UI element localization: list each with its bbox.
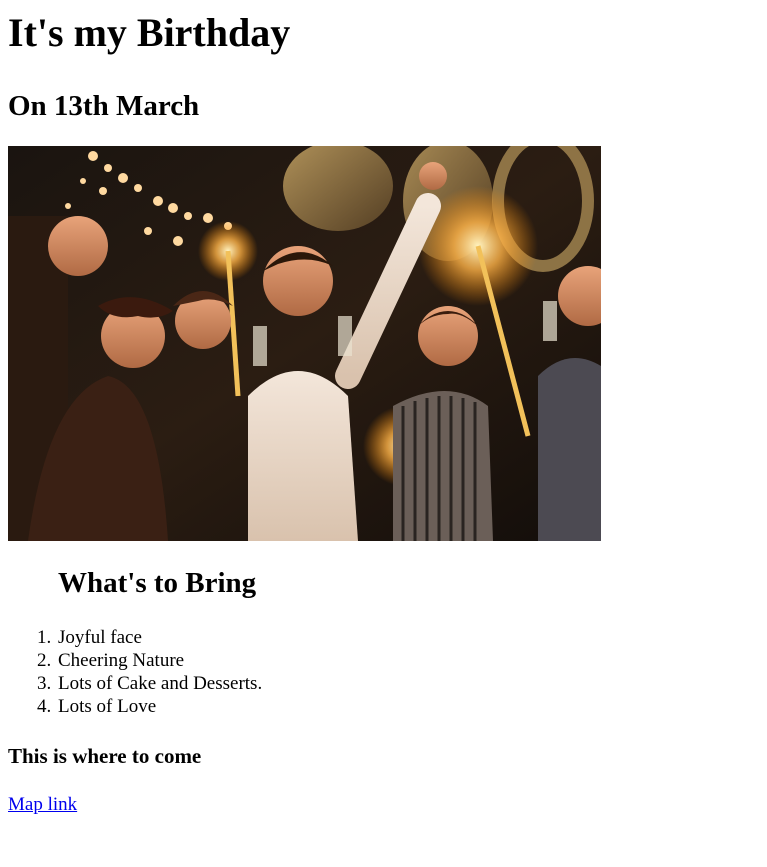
where-heading: This is where to come bbox=[8, 744, 202, 768]
list-item-text: Cheering Nature bbox=[58, 650, 185, 671]
party-photo-illustration bbox=[8, 146, 601, 541]
list-item: 3. Lots of Cake and Desserts. bbox=[37, 672, 759, 695]
party-photo bbox=[8, 146, 601, 541]
list-item-text: Lots of Love bbox=[58, 696, 157, 717]
map-link[interactable]: Map link bbox=[8, 795, 77, 815]
list-item-number: 1. bbox=[37, 627, 52, 648]
list-item-number: 3. bbox=[37, 673, 52, 694]
bring-section: What's to Bring 1. Joyful face 2. Cheering… bbox=[8, 567, 759, 718]
page: It's my Birthday On 13th March What's to… bbox=[0, 10, 767, 815]
list-item: 2. Cheering Nature bbox=[37, 649, 759, 672]
list-item-text: Joyful face bbox=[58, 627, 142, 648]
bring-heading: What's to Bring bbox=[58, 567, 257, 599]
list-item: 1. Joyful face bbox=[37, 626, 759, 649]
list-item-number: 4. bbox=[37, 696, 52, 717]
list-item: 4. Lots of Love bbox=[37, 695, 759, 718]
list-item-text: Lots of Cake and Desserts. bbox=[58, 673, 263, 694]
bring-list: 1. Joyful face 2. Cheering Nature 3. Lots o… bbox=[37, 626, 759, 718]
list-item-number: 2. bbox=[37, 650, 52, 671]
date-heading: On 13th March bbox=[8, 90, 200, 122]
page-title: It's my Birthday bbox=[8, 10, 291, 55]
